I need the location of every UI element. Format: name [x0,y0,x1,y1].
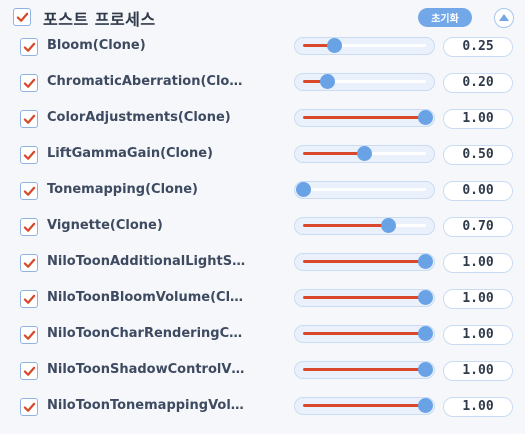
master-enable-checkbox[interactable] [13,8,31,26]
check-icon [23,186,35,196]
slider-fill [303,116,425,119]
weight-slider[interactable] [294,37,435,55]
slider-fill [303,224,388,227]
effect-enable-checkbox[interactable] [20,182,38,200]
effect-row: Bloom(Clone) 0.25 [0,29,525,65]
weight-value-field[interactable]: 1.00 [443,253,513,273]
slider-thumb[interactable] [296,182,311,197]
effect-row: NiloToonAdditionalLightS… 1.00 [0,245,525,281]
effect-label: Tonemapping(Clone) [47,182,198,197]
effect-label: NiloToonShadowControlV… [47,362,245,377]
slider-fill [303,332,425,335]
check-icon [23,42,35,52]
reset-button[interactable]: 초기화 [418,8,472,27]
weight-value-field[interactable]: 1.00 [443,325,513,345]
weight-value-field[interactable]: 0.25 [443,37,513,57]
slider-thumb[interactable] [418,398,433,413]
effect-enable-checkbox[interactable] [20,74,38,92]
slider-track [303,188,426,191]
weight-value-field[interactable]: 0.70 [443,217,513,237]
effect-row: Vignette(Clone) 0.70 [0,209,525,245]
effect-enable-checkbox[interactable] [20,398,38,416]
weight-value-field[interactable]: 1.00 [443,289,513,309]
check-icon [23,366,35,376]
slider-thumb[interactable] [418,110,433,125]
weight-slider[interactable] [294,289,435,307]
effect-label: NiloToonTonemappingVol… [47,398,244,413]
effect-row: NiloToonShadowControlV… 1.00 [0,353,525,389]
check-icon [23,330,35,340]
effect-label: NiloToonCharRenderingC… [47,326,243,341]
weight-value-field[interactable]: 0.00 [443,181,513,201]
slider-thumb[interactable] [418,290,433,305]
effect-enable-checkbox[interactable] [20,326,38,344]
weight-slider[interactable] [294,181,435,199]
slider-thumb[interactable] [320,74,335,89]
slider-thumb[interactable] [327,38,342,53]
weight-slider[interactable] [294,109,435,127]
slider-thumb[interactable] [381,218,396,233]
slider-thumb[interactable] [418,362,433,377]
effect-label: ColorAdjustments(Clone) [47,110,231,125]
effect-enable-checkbox[interactable] [20,38,38,56]
effect-row: ChromaticAberration(Clo… 0.20 [0,65,525,101]
slider-fill [303,152,364,155]
check-icon [23,222,35,232]
post-process-panel: 포스트 프로세스 초기화 Bloom(Clone) 0.25 ChromaticAb… [0,0,525,434]
effect-label: Bloom(Clone) [47,38,146,53]
slider-fill [303,404,425,407]
check-icon [23,402,35,412]
check-icon [23,150,35,160]
effect-label: NiloToonAdditionalLightS… [47,254,246,269]
weight-value-field[interactable]: 0.50 [443,145,513,165]
slider-thumb[interactable] [357,146,372,161]
panel-title: 포스트 프로세스 [43,10,156,29]
effect-enable-checkbox[interactable] [20,146,38,164]
weight-slider[interactable] [294,397,435,415]
check-icon [16,12,28,22]
weight-value-field[interactable]: 1.00 [443,361,513,381]
effect-label: NiloToonBloomVolume(Cl… [47,290,244,305]
slider-fill [303,296,425,299]
slider-thumb[interactable] [418,254,433,269]
effect-enable-checkbox[interactable] [20,110,38,128]
chevron-up-icon [499,13,509,21]
weight-value-field[interactable]: 0.20 [443,73,513,93]
effect-enable-checkbox[interactable] [20,218,38,236]
check-icon [23,78,35,88]
weight-value-field[interactable]: 1.00 [443,397,513,417]
effect-row: ColorAdjustments(Clone) 1.00 [0,101,525,137]
effect-enable-checkbox[interactable] [20,290,38,308]
slider-fill [303,368,425,371]
weight-value-field[interactable]: 1.00 [443,109,513,129]
effect-label: ChromaticAberration(Clo… [47,74,243,89]
weight-slider[interactable] [294,145,435,163]
effect-row: LiftGammaGain(Clone) 0.50 [0,137,525,173]
weight-slider[interactable] [294,361,435,379]
collapse-button[interactable] [494,8,514,28]
effect-row: NiloToonBloomVolume(Cl… 1.00 [0,281,525,317]
effect-row: NiloToonTonemappingVol… 1.00 [0,389,525,425]
effect-row: NiloToonCharRenderingC… 1.00 [0,317,525,353]
check-icon [23,114,35,124]
weight-slider[interactable] [294,73,435,91]
weight-slider[interactable] [294,253,435,271]
check-icon [23,294,35,304]
effect-enable-checkbox[interactable] [20,254,38,272]
effect-enable-checkbox[interactable] [20,362,38,380]
check-icon [23,258,35,268]
slider-thumb[interactable] [418,326,433,341]
effect-label: LiftGammaGain(Clone) [47,146,213,161]
weight-slider[interactable] [294,217,435,235]
effect-row: Tonemapping(Clone) 0.00 [0,173,525,209]
effect-label: Vignette(Clone) [47,218,163,233]
slider-fill [303,260,425,263]
weight-slider[interactable] [294,325,435,343]
